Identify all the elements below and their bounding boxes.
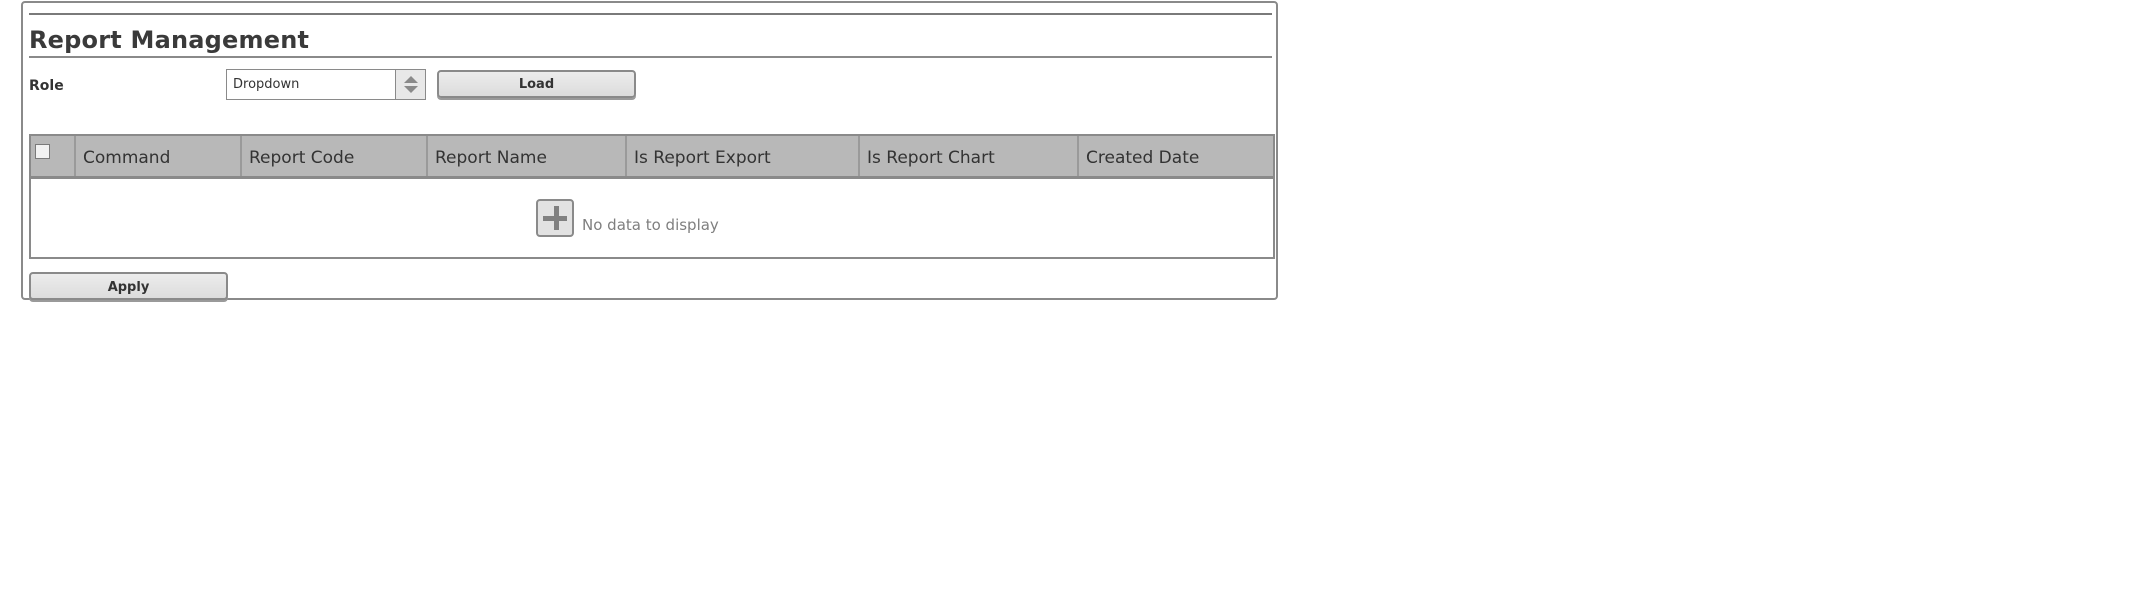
report-management-panel: Report Management Role Dropdown Load Com… xyxy=(21,1,1278,300)
column-header-select xyxy=(31,136,76,176)
report-grid: Command Report Code Report Name Is Repor… xyxy=(29,134,1275,259)
select-all-checkbox[interactable] xyxy=(35,144,50,159)
column-header-report-code[interactable]: Report Code xyxy=(242,136,428,176)
grid-header: Command Report Code Report Name Is Repor… xyxy=(31,136,1273,179)
column-header-is-report-chart[interactable]: Is Report Chart xyxy=(860,136,1079,176)
column-header-report-name[interactable]: Report Name xyxy=(428,136,627,176)
page-title: Report Management xyxy=(29,26,310,54)
role-dropdown[interactable]: Dropdown xyxy=(226,69,426,100)
apply-button[interactable]: Apply xyxy=(29,272,228,300)
load-button[interactable]: Load xyxy=(437,70,636,98)
title-divider xyxy=(29,56,1272,58)
column-header-created-date[interactable]: Created Date xyxy=(1079,136,1273,176)
top-divider xyxy=(29,13,1272,15)
empty-message: No data to display xyxy=(582,216,719,234)
grid-body: No data to display xyxy=(31,179,1273,257)
column-header-is-report-export[interactable]: Is Report Export xyxy=(627,136,860,176)
role-label: Role xyxy=(29,78,64,94)
plus-icon[interactable] xyxy=(536,199,574,237)
up-down-arrows-icon[interactable] xyxy=(395,70,425,99)
arrow-up-icon[interactable] xyxy=(404,76,418,83)
column-header-command[interactable]: Command xyxy=(76,136,242,176)
role-dropdown-value[interactable]: Dropdown xyxy=(227,70,395,99)
arrow-down-icon[interactable] xyxy=(404,86,418,93)
